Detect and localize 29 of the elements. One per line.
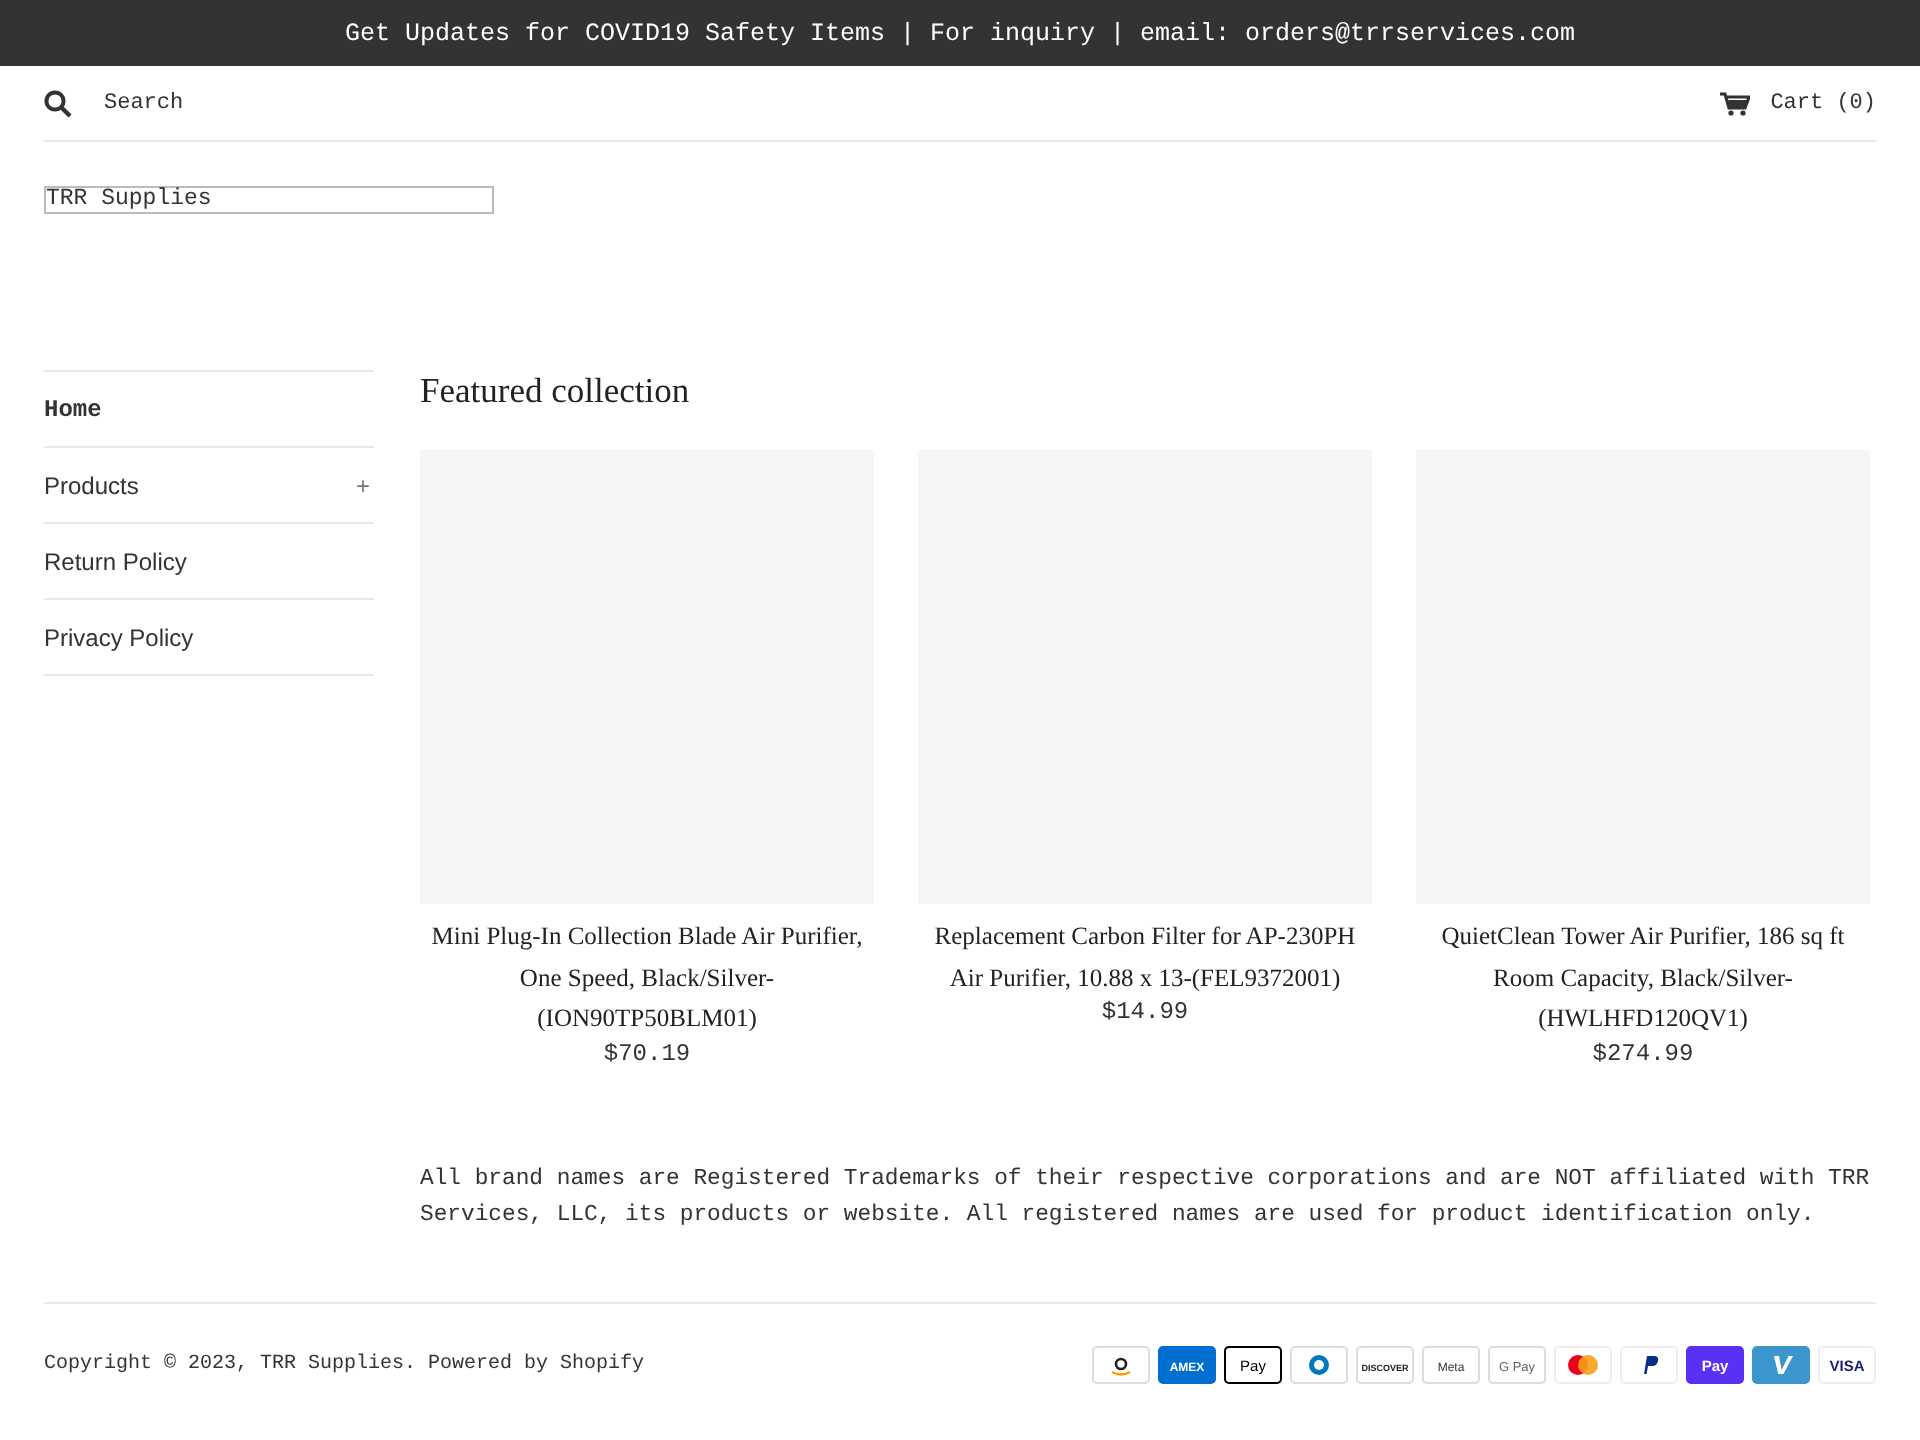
sidebar-item[interactable]: Privacy Policy bbox=[44, 600, 374, 676]
cart-icon bbox=[1720, 91, 1751, 115]
copyright-text: Copyright © 2023, TRR Supplies. Powered by Shopify bbox=[44, 1354, 645, 1376]
paypal-payment-icon bbox=[1620, 1346, 1678, 1384]
disclaimer-text: All brand names are Registered Trademarks of their respective corporations and are NOT affiliated with TRR Services, LLC, its products or website. All registered names are used for product identification only. bbox=[420, 1165, 1872, 1231]
sidebar-item-label: Return Policy bbox=[44, 547, 187, 575]
search-field[interactable]: Search bbox=[104, 91, 504, 115]
store-logo-link[interactable]: TRR Supplies bbox=[44, 186, 494, 214]
product-title[interactable]: Replacement Carbon Filter for AP-230PH Air Purifier, 10.88 x 13-(FEL9372001) bbox=[918, 916, 1372, 998]
announcement-text: Get Updates for COVID19 Safety Items | For inquiry | email: orders@trrservices.com bbox=[344, 19, 1576, 47]
search-icon[interactable] bbox=[44, 89, 72, 117]
mastercard-payment-icon bbox=[1554, 1346, 1612, 1384]
amazon-payment-icon bbox=[1092, 1346, 1150, 1384]
product-title[interactable]: Mini Plug-In Collection Blade Air Purifier, One Speed, Black/Silver-(ION90TP50BLM01) bbox=[420, 916, 874, 1039]
sidebar-item[interactable]: Products + bbox=[44, 448, 374, 524]
diners-payment-icon bbox=[1290, 1346, 1348, 1384]
product-price: $70.19 bbox=[601, 1039, 693, 1067]
product-price: $274.99 bbox=[1590, 1039, 1696, 1067]
sidebar-item-label: Home bbox=[44, 395, 102, 423]
product-title[interactable]: QuietClean Tower Air Purifier, 186 sq ft Room Capacity, Black/Silver-(HWLHFD120QV1) bbox=[1416, 916, 1870, 1039]
cart-link[interactable]: Cart (0) bbox=[1720, 91, 1876, 115]
sidebar-item-label: Products bbox=[44, 471, 139, 499]
venmo-payment-icon bbox=[1752, 1346, 1810, 1384]
expand-toggle[interactable]: + bbox=[355, 471, 370, 499]
sidebar-item[interactable]: Home bbox=[44, 372, 374, 448]
sidebar-item[interactable]: Return Policy bbox=[44, 524, 374, 600]
sidebar-item-label: Privacy Policy bbox=[44, 623, 194, 651]
section-title: Featured collection bbox=[420, 370, 692, 412]
product-price: $14.99 bbox=[1099, 998, 1191, 1026]
